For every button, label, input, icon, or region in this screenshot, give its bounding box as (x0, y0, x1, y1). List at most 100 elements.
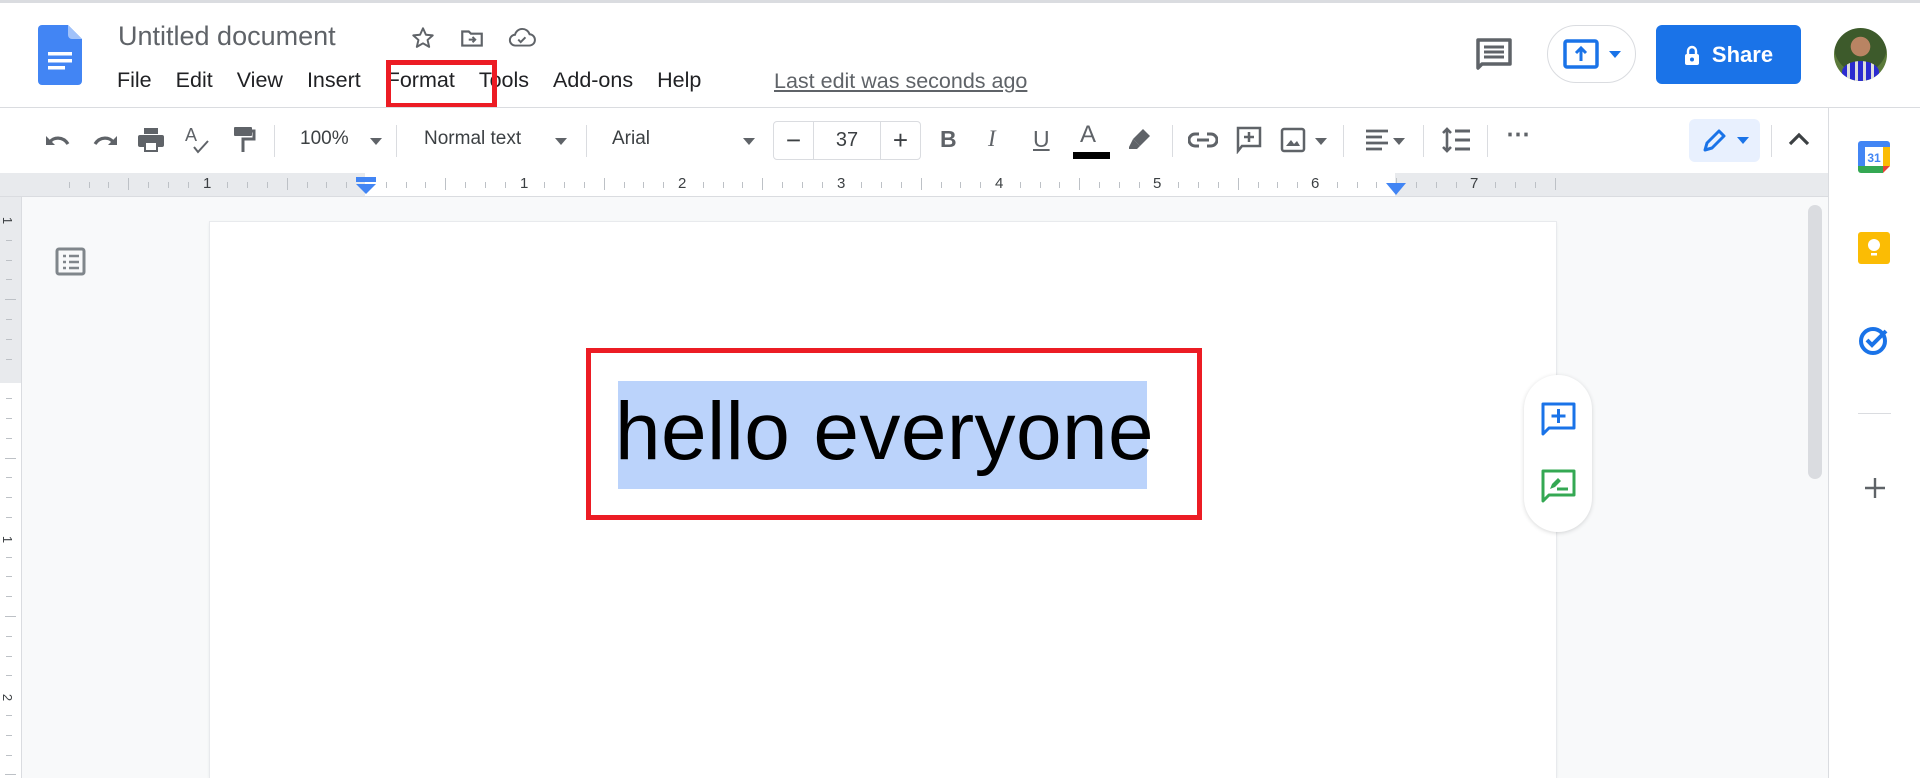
toolbar-divider (1423, 125, 1424, 157)
comment-history-icon[interactable] (1474, 36, 1514, 72)
bold-button[interactable]: B (940, 126, 957, 153)
present-dropdown-caret-icon (1608, 50, 1621, 58)
highlight-color-icon[interactable] (1124, 124, 1156, 156)
window-top-border (0, 0, 1920, 3)
cloud-saved-icon[interactable] (508, 24, 536, 52)
format-menu-annotation-box (386, 60, 497, 108)
undo-icon[interactable] (42, 124, 74, 156)
font-size-stepper: − 37 + (773, 121, 921, 160)
menu-file[interactable]: File (117, 68, 152, 93)
google-tasks-icon[interactable] (1857, 323, 1891, 357)
increase-font-size-button[interactable]: + (881, 122, 920, 159)
ruler-tick (326, 182, 327, 188)
font-select[interactable]: Arial (612, 128, 650, 150)
present-icon (1562, 39, 1599, 69)
align-left-icon[interactable] (1361, 124, 1393, 156)
ruler-tick (465, 182, 466, 188)
ruler-tick (1555, 178, 1556, 190)
align-caret-icon[interactable] (1393, 138, 1405, 145)
get-add-ons-plus-icon[interactable] (1864, 477, 1886, 499)
ruler-label: 1 (203, 175, 212, 192)
pencil-icon (1703, 129, 1725, 151)
ruler-tick (901, 182, 902, 188)
decrease-font-size-button[interactable]: − (774, 122, 814, 159)
present-button[interactable] (1547, 25, 1636, 83)
collapse-toolbar-chevron-up-icon[interactable] (1787, 130, 1811, 148)
insert-image-icon[interactable] (1277, 124, 1309, 156)
vertical-ruler-label: 2 (0, 693, 16, 702)
ruler-tick (921, 178, 922, 190)
paragraph-style-select[interactable]: Normal text (424, 128, 521, 150)
menu-view[interactable]: View (237, 68, 283, 93)
more-options-button[interactable]: ⋯ (1506, 120, 1531, 149)
paint-format-icon[interactable] (228, 124, 260, 156)
last-edit-link[interactable]: Last edit was seconds ago (774, 69, 1027, 94)
toolbar-divider (1172, 125, 1173, 157)
ruler-tick (1198, 182, 1199, 188)
editing-mode-caret-icon (1736, 137, 1749, 144)
ruler-tick (1238, 178, 1239, 190)
insert-image-caret-icon[interactable] (1315, 138, 1327, 145)
ruler-tick (108, 182, 109, 188)
vertical-ruler-margin (0, 197, 21, 383)
docs-logo-icon[interactable] (38, 25, 82, 85)
user-avatar[interactable] (1834, 28, 1887, 81)
share-button[interactable]: Share (1656, 25, 1801, 84)
toolbar-divider (1771, 125, 1772, 157)
vertical-ruler-tick (6, 557, 12, 558)
star-icon[interactable] (409, 24, 437, 52)
google-calendar-icon[interactable]: 31 (1857, 140, 1891, 174)
insert-link-icon[interactable] (1187, 124, 1219, 156)
print-icon[interactable] (135, 124, 167, 156)
add-comment-float-icon[interactable] (1541, 402, 1576, 436)
menu-edit[interactable]: Edit (176, 68, 213, 93)
italic-button[interactable]: I (988, 126, 996, 152)
toolbar-divider (396, 125, 397, 157)
google-keep-icon[interactable] (1857, 231, 1891, 265)
ruler-tick (1515, 182, 1516, 188)
ruler-label: 7 (1470, 175, 1479, 192)
side-panel-divider (1858, 413, 1891, 414)
zoom-select[interactable]: 100% (300, 128, 349, 150)
suggest-edits-float-icon[interactable] (1541, 469, 1576, 503)
text-color-button[interactable]: A (1080, 121, 1096, 149)
font-caret-icon[interactable] (743, 138, 755, 145)
vertical-ruler-tick (6, 240, 12, 241)
line-spacing-icon[interactable] (1440, 124, 1472, 156)
ruler-tick (1040, 182, 1041, 188)
ruler-tick (89, 182, 90, 188)
left-indent-marker[interactable] (355, 177, 377, 194)
menu-help[interactable]: Help (657, 68, 701, 93)
menu-add-ons[interactable]: Add-ons (553, 68, 633, 93)
editing-mode-button[interactable] (1689, 119, 1760, 162)
redo-icon[interactable] (89, 124, 121, 156)
right-indent-marker[interactable] (1386, 183, 1406, 195)
move-to-folder-icon[interactable] (458, 24, 486, 52)
ruler-tick (564, 182, 565, 188)
vertical-ruler-tick (6, 675, 12, 676)
document-title[interactable]: Untitled document (118, 21, 336, 52)
vertical-ruler-tick (5, 458, 16, 459)
zoom-caret-icon[interactable] (370, 138, 382, 145)
vertical-ruler-tick (6, 359, 12, 360)
ruler-tick (425, 182, 426, 188)
font-size-input[interactable]: 37 (814, 122, 881, 159)
ruler-tick (505, 182, 506, 188)
vertical-scrollbar[interactable] (1808, 205, 1822, 479)
ruler-tick (1079, 178, 1080, 190)
style-caret-icon[interactable] (555, 138, 567, 145)
spellcheck-icon[interactable]: A (181, 124, 213, 156)
ruler-tick (1099, 182, 1100, 188)
menu-insert[interactable]: Insert (307, 68, 361, 93)
ruler-tick (703, 182, 704, 188)
floating-actions (1524, 375, 1592, 532)
document-outline-icon[interactable] (55, 247, 86, 276)
ruler-tick (227, 182, 228, 188)
add-comment-icon[interactable] (1233, 124, 1265, 156)
vertical-ruler-tick (6, 260, 12, 261)
ruler-tick (267, 182, 268, 188)
ruler-tick (406, 182, 407, 188)
ruler-label: 6 (1311, 175, 1320, 192)
vertical-ruler-tick (6, 477, 12, 478)
underline-button[interactable]: U (1033, 126, 1050, 153)
